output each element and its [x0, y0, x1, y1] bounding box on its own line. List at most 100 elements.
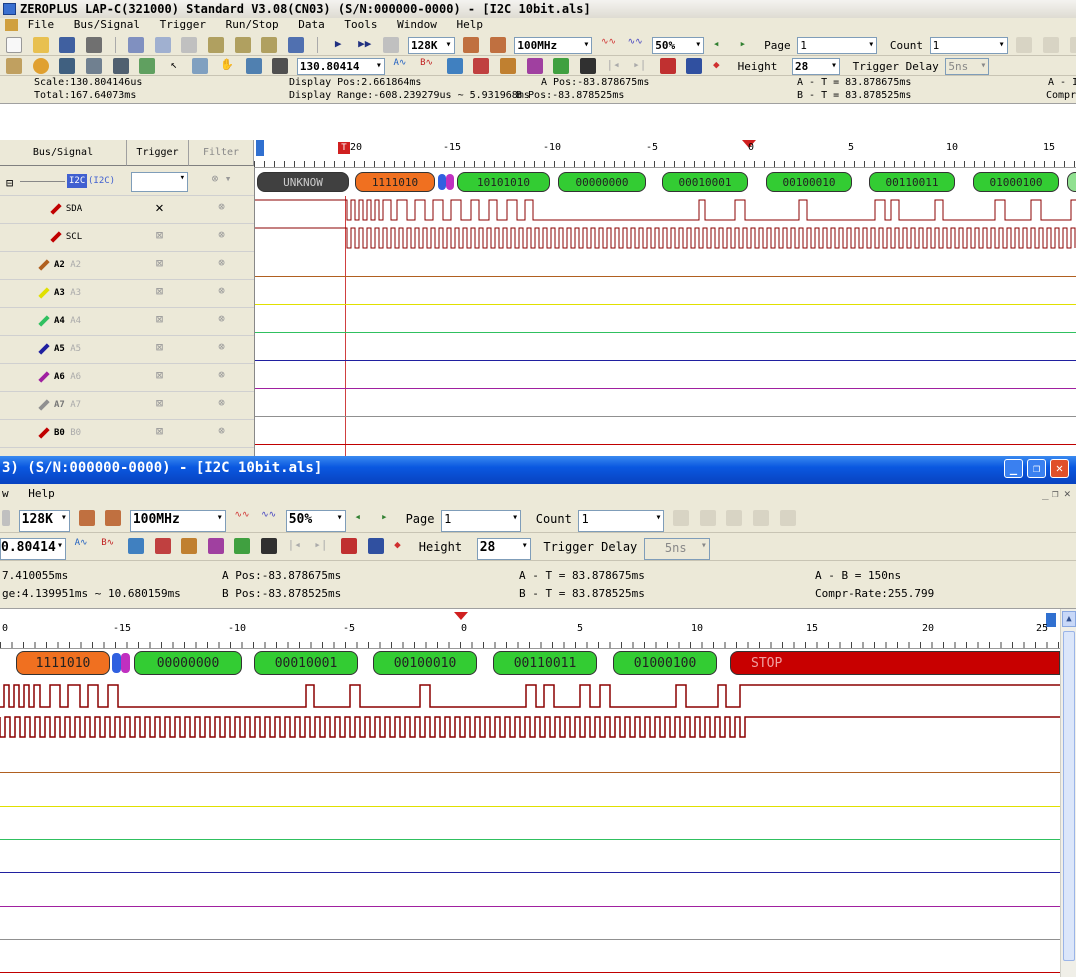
stop-icon[interactable] [383, 37, 400, 53]
trigger-delay-field[interactable]: 5ns [945, 58, 990, 75]
trigger-edge-icon[interactable] [261, 37, 278, 53]
menu-trigger[interactable]: Trigger [160, 18, 206, 31]
bus-segment[interactable]: 1111010 [16, 651, 110, 675]
clock-icon[interactable] [32, 58, 49, 74]
signal-row-i2c[interactable]: ⊟ I2C (I2C) ▾ ⊗ ▾ [0, 168, 254, 196]
scale-select[interactable]: 0.80414 [0, 538, 66, 560]
menu-help[interactable]: Help [456, 18, 483, 31]
trigger-rise-icon[interactable] [208, 37, 224, 53]
bar-a-icon[interactable] [154, 538, 171, 554]
filter-icon[interactable]: ⊗ [192, 396, 251, 416]
trigger-dontcare-icon[interactable]: ⊠ [131, 396, 188, 416]
zoom-in-icon[interactable] [78, 510, 95, 526]
bus-icon[interactable] [85, 58, 102, 74]
memory-select[interactable]: 128K [408, 37, 455, 54]
scroll-thumb[interactable] [1063, 631, 1075, 961]
next-icon[interactable]: ▸| [314, 538, 330, 554]
bus-segment[interactable]: 00100010 [373, 651, 477, 675]
filter-header[interactable]: Filter [189, 140, 254, 166]
bus-segment[interactable]: 01000100 [613, 651, 717, 675]
scroll-up-button[interactable]: ▲ [1062, 611, 1076, 627]
bus-decode-icon[interactable] [367, 538, 384, 554]
bar-add-icon[interactable] [553, 58, 570, 74]
filter-icon[interactable]: ⊗ [192, 284, 251, 304]
bar-add-icon[interactable] [234, 538, 251, 554]
select-icon[interactable] [192, 58, 209, 74]
menu-tools[interactable]: Tools [344, 18, 377, 31]
menu-help[interactable]: Help [28, 487, 55, 500]
maximize-button[interactable]: ❐ [1027, 459, 1046, 478]
bar-b-icon[interactable] [500, 58, 516, 74]
clock-select[interactable]: 100MHz [129, 510, 226, 532]
filter-select[interactable]: ⊗ ▾ [192, 172, 251, 192]
menu-window[interactable]: Window [397, 18, 437, 31]
trigger-dontcare-icon[interactable]: ⊠ [131, 424, 188, 444]
mdi-minimize-icon[interactable]: _ [1042, 487, 1049, 500]
filter-icon[interactable]: ⊗ [192, 368, 251, 388]
mdi-restore-icon[interactable]: ❐ [1052, 487, 1059, 500]
bar-t-icon[interactable] [207, 538, 224, 554]
zoom-in-icon[interactable] [463, 37, 480, 53]
wave-icon[interactable]: ∿∿ [234, 510, 250, 526]
page-select[interactable]: 1 [797, 37, 878, 54]
bus-signal-header[interactable]: Bus/Signal [0, 140, 127, 166]
signal-row-a2[interactable]: A2 A2 ⊠ ⊗ [0, 252, 254, 280]
properties-icon[interactable] [181, 37, 198, 53]
collapse-icon[interactable]: ⊟ [6, 176, 13, 190]
bus-segment[interactable]: 00000000 [134, 651, 242, 675]
menu-run-stop[interactable]: Run/Stop [226, 18, 279, 31]
zoom-out-icon[interactable] [105, 510, 122, 526]
next-icon[interactable]: ▸| [633, 58, 649, 74]
bar-b-icon[interactable] [181, 538, 198, 554]
trigger-dontcare-icon[interactable]: ⊠ [131, 284, 188, 304]
mdi-close-icon[interactable]: ✕ [1064, 487, 1071, 500]
bus-segment[interactable]: 01000100 [973, 172, 1059, 192]
trigger-dontcare-icon[interactable]: ⊠ [131, 312, 188, 332]
trigger-dontcare-icon[interactable]: ⊠ [131, 256, 188, 276]
vertical-scrollbar[interactable]: ▲ [1060, 609, 1076, 977]
filter-icon[interactable]: ⊗ [192, 312, 251, 332]
window2-titlebar[interactable]: 3) (S/N:000000-0000) - [I2C 10bit.als] _… [0, 456, 1076, 484]
ratio-select[interactable]: 50% [285, 510, 346, 532]
bar-t-icon[interactable] [526, 58, 543, 74]
bus-segment[interactable]: 00000000 [558, 172, 646, 192]
bar-1-icon[interactable] [127, 538, 144, 554]
filter-icon[interactable]: ⊗ [192, 228, 251, 248]
trigger-x-icon[interactable]: ✕ [131, 200, 188, 220]
capture-icon[interactable] [59, 58, 76, 74]
count-select[interactable]: 1 [929, 37, 1008, 54]
trigger-dontcare-icon[interactable]: ⊠ [131, 340, 188, 360]
hand-icon[interactable]: ✋ [219, 58, 235, 74]
import-icon[interactable] [154, 37, 171, 53]
waveform-area-2[interactable]: 1111010 00000000 00010001 00100010 00110… [0, 649, 1060, 977]
calc-icon[interactable] [272, 58, 289, 74]
bus-segment-stop[interactable]: STOP [730, 651, 1060, 675]
export-icon[interactable] [128, 37, 145, 53]
minimize-button[interactable]: _ [1004, 459, 1023, 478]
bus-segment[interactable]: 00010001 [254, 651, 358, 675]
menu-file[interactable]: File [28, 18, 55, 31]
filter-icon[interactable]: ⊗ [192, 424, 251, 444]
signal-row-b0[interactable]: B0 B0 ⊠ ⊗ [0, 420, 254, 448]
trigger-position-marker[interactable] [454, 612, 468, 620]
prev-icon[interactable]: |◂ [607, 58, 623, 74]
bus-segment[interactable]: 00100010 [766, 172, 852, 192]
cursor-a-icon[interactable]: A∿ [75, 538, 91, 554]
report-icon[interactable] [340, 538, 357, 554]
cursor-a-icon[interactable]: A∿ [394, 58, 410, 74]
cursor-b-icon[interactable]: B∿ [101, 538, 117, 554]
new-file-icon[interactable] [6, 37, 22, 53]
run-repeat-icon[interactable]: ▶▶ [357, 37, 373, 53]
prev-icon[interactable]: |◂ [288, 538, 304, 554]
page-left-icon[interactable]: ◂ [713, 37, 729, 53]
cursor-b-icon[interactable]: B∿ [420, 58, 436, 74]
stop-icon[interactable] [2, 510, 10, 526]
time-ruler-2[interactable]: 0 -15 -10 -5 0 5 10 15 20 25 [0, 609, 1060, 649]
trigger-fall-icon[interactable] [234, 37, 251, 53]
filter-icon[interactable]: ⊗ [192, 200, 251, 220]
menu-window-clipped[interactable]: w [2, 487, 9, 500]
print-icon[interactable] [85, 37, 102, 53]
wave2-icon[interactable]: ∿∿ [628, 37, 644, 53]
list-icon[interactable] [139, 58, 156, 74]
close-button[interactable]: ✕ [1050, 459, 1069, 478]
